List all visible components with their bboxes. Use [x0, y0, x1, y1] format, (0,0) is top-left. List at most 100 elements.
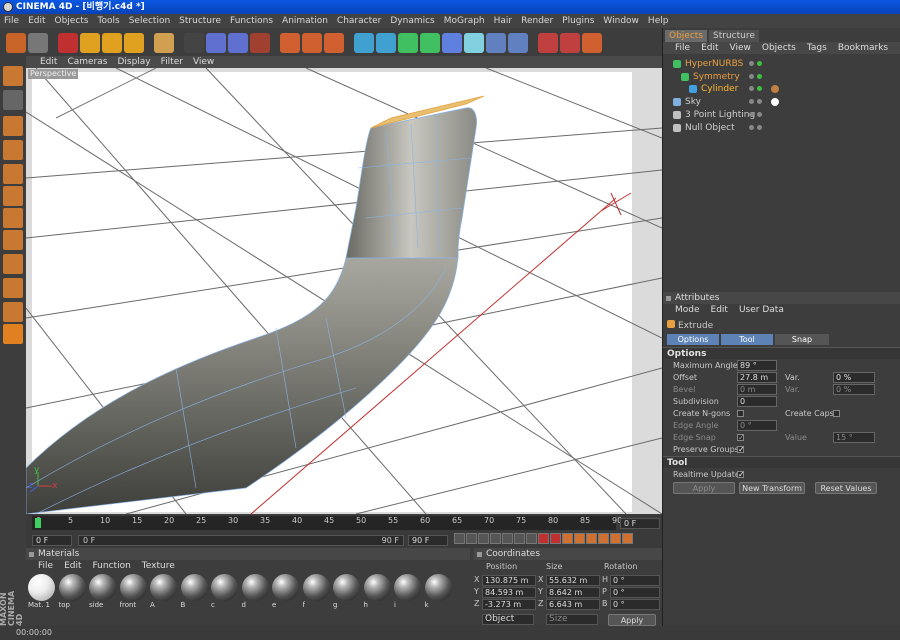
tab-objects[interactable]: Objects: [665, 30, 708, 42]
material-item[interactable]: B: [180, 574, 209, 610]
go-to-start-icon[interactable]: [454, 533, 465, 544]
object-row[interactable]: Symmetry: [667, 71, 897, 83]
menu-edit[interactable]: Edit: [28, 14, 45, 28]
coord-size-field[interactable]: 8.642 m: [546, 587, 600, 598]
attributes-menu-edit[interactable]: Edit: [711, 304, 728, 316]
materials-menu-function[interactable]: Function: [93, 560, 131, 572]
coord-size-field[interactable]: 55.632 m: [546, 575, 600, 586]
material-item[interactable]: Mat. 1: [28, 574, 56, 610]
bevel-field[interactable]: 0 m: [737, 384, 777, 395]
use-texture-axis-icon[interactable]: [3, 230, 23, 250]
viewport-menu-cameras[interactable]: Cameras: [67, 56, 107, 68]
render-visibility-dot[interactable]: [757, 124, 762, 130]
go-to-end-icon[interactable]: [526, 533, 537, 544]
object-name[interactable]: Null Object: [685, 122, 735, 134]
viewport-menu-filter[interactable]: Filter: [161, 56, 183, 68]
array-icon[interactable]: [420, 33, 440, 53]
materials-menu-texture[interactable]: Texture: [142, 560, 175, 572]
reset-values-button[interactable]: Reset Values: [815, 482, 877, 494]
object-row[interactable]: Null Object: [667, 122, 897, 134]
menu-hair[interactable]: Hair: [494, 14, 512, 28]
next-key-icon[interactable]: [514, 533, 525, 544]
frame-range-slider[interactable]: 0 F 90 F: [78, 534, 404, 546]
redo-icon[interactable]: [28, 33, 48, 53]
tweak-mode-icon[interactable]: [3, 254, 23, 274]
dynamics-icon[interactable]: [3, 324, 23, 344]
max-angle-field[interactable]: 89 °: [737, 360, 777, 371]
light-icon[interactable]: [486, 33, 506, 53]
coord-apply-button[interactable]: Apply: [608, 614, 656, 626]
menu-plugins[interactable]: Plugins: [562, 14, 594, 28]
edge-snap-checkbox[interactable]: ✓: [737, 434, 745, 442]
autokey-icon[interactable]: [550, 533, 561, 544]
object-name[interactable]: 3 Point Lighting: [685, 109, 755, 121]
viewport-menu-view[interactable]: View: [193, 56, 214, 68]
editor-visibility-dot[interactable]: [749, 61, 754, 66]
material-item[interactable]: g: [333, 574, 361, 610]
material-item[interactable]: front: [119, 574, 148, 610]
use-edges-tool-icon[interactable]: [3, 140, 23, 160]
web-icon[interactable]: [582, 33, 602, 53]
material-item[interactable]: i: [394, 574, 422, 610]
material-item[interactable]: A: [150, 574, 178, 610]
camera-icon[interactable]: [508, 33, 528, 53]
menu-tools[interactable]: Tools: [98, 14, 120, 28]
objects-menu-tags[interactable]: Tags: [807, 42, 827, 54]
use-axis-tool-icon[interactable]: [3, 186, 23, 206]
playhead[interactable]: [35, 518, 41, 528]
y-axis-icon[interactable]: [206, 33, 226, 53]
help-icon[interactable]: [538, 33, 558, 53]
undo-icon[interactable]: [6, 33, 26, 53]
render-visibility-dot[interactable]: [757, 111, 762, 117]
var-field[interactable]: 0 %: [833, 372, 875, 383]
subdivision-field[interactable]: 0: [737, 396, 777, 407]
object-row[interactable]: HyperNURBS: [667, 58, 897, 70]
render-settings-icon[interactable]: [324, 33, 344, 53]
rotation-key-icon[interactable]: [598, 533, 609, 544]
start-frame-field[interactable]: 0 F: [32, 534, 72, 546]
record-icon[interactable]: [538, 533, 549, 544]
render-visibility-dot[interactable]: [757, 73, 762, 79]
render-picture-viewer-icon[interactable]: [302, 33, 322, 53]
menu-functions[interactable]: Functions: [230, 14, 273, 28]
materials-menu-file[interactable]: File: [38, 560, 53, 572]
render-visibility-dot[interactable]: [757, 61, 762, 66]
scene-icon[interactable]: [464, 33, 484, 53]
attributes-menu-mode[interactable]: Mode: [675, 304, 700, 316]
viewport-perspective[interactable]: x y z Perspective: [26, 68, 662, 514]
menu-character[interactable]: Character: [337, 14, 381, 28]
cube-icon[interactable]: [354, 33, 374, 53]
material-item[interactable]: d: [241, 574, 270, 610]
enable-snapping-icon[interactable]: [3, 302, 23, 322]
var2-field[interactable]: 0 %: [833, 384, 875, 395]
attr-tab-options[interactable]: Options: [667, 334, 719, 345]
edge-angle-field[interactable]: 0 °: [737, 420, 777, 431]
menu-animation[interactable]: Animation: [282, 14, 328, 28]
use-texture-tool-icon[interactable]: [3, 208, 23, 228]
position-key-icon[interactable]: [574, 533, 585, 544]
viewport-menu-display[interactable]: Display: [117, 56, 150, 68]
material-item[interactable]: side: [89, 574, 117, 610]
editor-visibility-dot[interactable]: [749, 111, 754, 117]
use-object-tool-icon[interactable]: [3, 90, 23, 110]
object-row[interactable]: 3 Point Lighting: [667, 109, 897, 121]
material-manager-icon[interactable]: [560, 33, 580, 53]
live-select-icon[interactable]: [58, 33, 78, 53]
rotate-icon[interactable]: [124, 33, 144, 53]
material-item[interactable]: h: [363, 574, 392, 610]
new-transform-button[interactable]: New Transform: [739, 482, 805, 494]
z-axis-icon[interactable]: [228, 33, 248, 53]
attributes-menu-user-data[interactable]: User Data: [739, 304, 784, 316]
editor-visibility-dot[interactable]: [749, 73, 754, 79]
use-model-tool-icon[interactable]: [3, 66, 23, 86]
current-frame-field[interactable]: 0 F: [620, 518, 660, 529]
menu-window[interactable]: Window: [603, 14, 639, 28]
model-mode-icon[interactable]: [154, 33, 174, 53]
material-item[interactable]: top: [58, 574, 87, 610]
parameter-key-icon[interactable]: [610, 533, 621, 544]
deformer-icon[interactable]: [442, 33, 462, 53]
render-view-icon[interactable]: [280, 33, 300, 53]
nurbs-icon[interactable]: [376, 33, 396, 53]
menu-objects[interactable]: Objects: [55, 14, 89, 28]
object-name[interactable]: Sky: [685, 96, 701, 108]
